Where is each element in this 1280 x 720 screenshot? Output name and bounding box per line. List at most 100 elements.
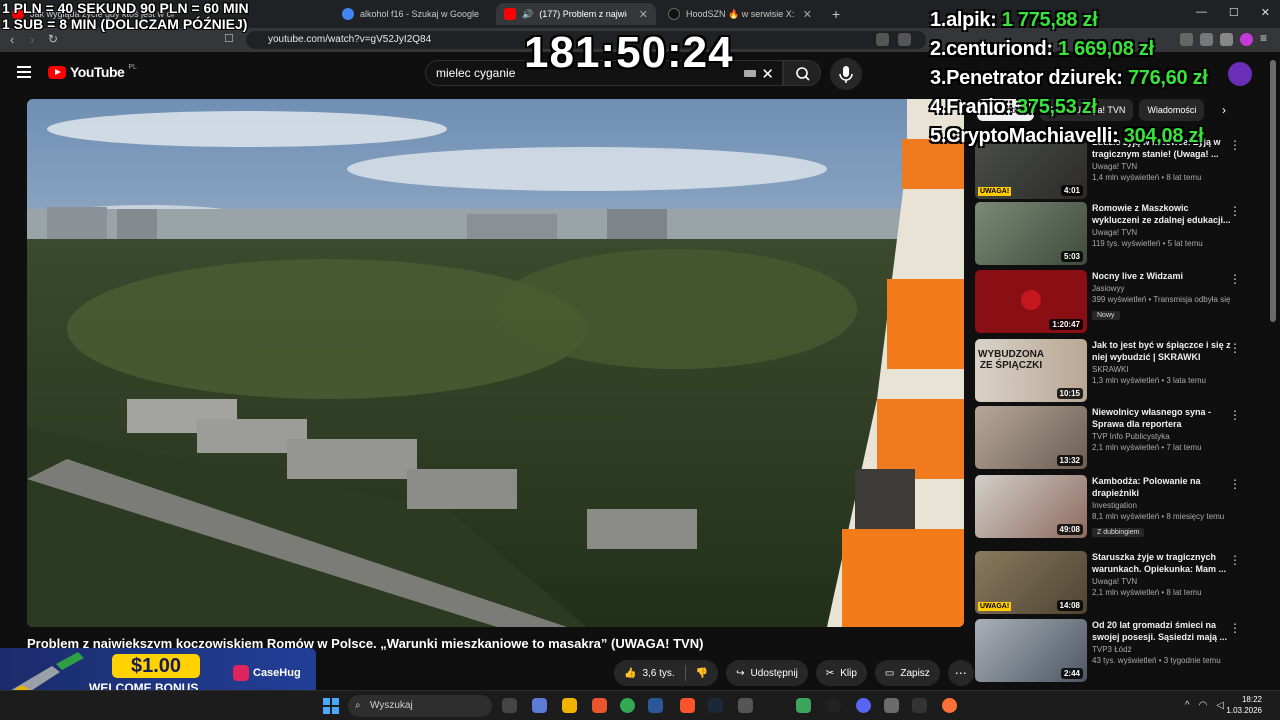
brave-browser-icon[interactable] [592,698,607,713]
windows-start-icon[interactable] [323,698,339,714]
menu-icon[interactable]: ≡ [1260,32,1273,46]
channel-name[interactable]: Uwaga! TVN [1092,228,1232,237]
channel-name[interactable]: Uwaga! TVN [1092,162,1232,171]
video-title[interactable]: Od 20 lat gromadzi śmieci na swojej pose… [1092,619,1232,643]
more-vertical-icon[interactable]: ⋮ [1229,204,1241,218]
video-meta: 2,1 mln wyświetleń • 7 lat temu [1092,443,1202,452]
video-title[interactable]: Romowie z Maszkowic wykluczeni ze zdalne… [1092,202,1232,226]
discord-icon[interactable] [856,698,871,713]
video-thumbnail[interactable]: UWAGA! 14:08 [975,551,1087,614]
video-player[interactable] [27,99,964,627]
file-explorer-icon[interactable] [562,698,577,713]
recommendation-item[interactable]: 1:20:47 Nocny live z Widzami Jasiowyy 39… [975,270,1247,334]
page-scrollbar[interactable] [1270,60,1276,322]
close-tab-icon[interactable]: ✕ [803,8,812,21]
close-window-icon[interactable]: ✕ [1261,6,1270,19]
forward-icon[interactable]: › [30,32,34,47]
leaderboard-row: 5.CryptoMachiavelli: 304,08 zł [930,122,1260,151]
taskbar-search[interactable]: ⌕ Wyszukaj [348,695,492,717]
video-title[interactable]: Niewolnicy własnego syna - Sprawa dla re… [1092,406,1232,430]
donation-rules-overlay: 1 PLN = 40 SEKUND 90 PLN = 60 MIN 1 SUB =… [2,0,249,32]
clip-button[interactable]: ✂ Klip [815,660,867,686]
task-view-icon[interactable] [502,698,517,713]
video-title[interactable]: Staruszka żyje w tragicznych warunkach. … [1092,551,1232,575]
clear-search-icon[interactable]: ✕ [761,63,774,87]
video-thumbnail[interactable]: 1:20:47 [975,270,1087,333]
video-thumbnail[interactable]: 5:03 [975,202,1087,265]
channel-name[interactable]: SKRAWKI [1092,365,1232,374]
video-thumbnail[interactable]: 49:08 [975,475,1087,538]
tab-x-post[interactable]: HoodSZN 🔥 w serwisie X: „Checking ✕ [660,3,820,25]
tab-google-search[interactable]: alkohol f16 - Szukaj w Google [334,3,490,25]
voice-search-button[interactable] [830,58,862,90]
youtube-logo[interactable]: YouTube PL [48,64,137,80]
firefox-icon[interactable] [942,698,957,713]
donation-amount: 1 775,88 zł [1001,9,1098,31]
more-vertical-icon[interactable]: ⋮ [1229,477,1241,491]
more-vertical-icon[interactable]: ⋮ [1229,272,1241,286]
save-button[interactable]: ▭ Zapisz [874,660,940,686]
cast-icon[interactable] [876,33,889,46]
chrome-icon[interactable] [620,698,635,713]
video-thumbnail[interactable]: WYBUDZONA ZE ŚPIĄCZKI 10:15 [975,339,1087,402]
screen: Jak wygląda życie gdy ktoś jest w ciąży?… [0,0,1280,720]
channel-name[interactable]: Jasiowyy [1092,284,1232,293]
tab-current-video[interactable]: 🔊 (177) Problem z największym ✕ [496,3,656,25]
divider [684,665,686,681]
app-icon[interactable] [912,698,927,713]
app-icon[interactable] [796,698,811,713]
reload-icon[interactable]: ↻ [48,32,58,46]
back-icon[interactable]: ‹ [10,32,14,47]
recommendation-item[interactable]: WYBUDZONA ZE ŚPIĄCZKI 10:15 Jak to jest … [975,339,1247,403]
system-clock[interactable]: 18:22 1.03.2026 [1226,694,1262,716]
more-vertical-icon[interactable]: ⋮ [1229,621,1241,635]
app-icon[interactable] [738,698,753,713]
youtube-play-icon [48,65,66,79]
more-actions-button[interactable]: ⋯ [947,660,974,686]
share-button[interactable]: ↪ Udostępnij [726,660,808,686]
share-icon[interactable] [898,33,911,46]
rank: 2. [930,38,947,60]
google-favicon-icon [342,8,354,20]
search-button[interactable] [783,60,821,86]
store-icon[interactable] [648,698,663,713]
close-tab-icon[interactable]: ✕ [639,8,648,21]
thumb-up-icon[interactable]: 👍 [624,668,636,679]
keyboard-icon[interactable] [744,70,756,77]
video-thumbnail[interactable]: 2:44 [975,619,1087,682]
bookmark-icon[interactable]: ☐ [224,32,234,45]
channel-name[interactable]: TVP Info Publicystyka [1092,432,1232,441]
channel-name[interactable]: TVP3 Łódź [1092,645,1232,654]
speaker-icon[interactable]: ◁ [1216,700,1224,711]
donation-amount: 375,53 zł [1017,96,1097,118]
video-thumbnail[interactable]: 13:32 [975,406,1087,469]
recommendation-item[interactable]: UWAGA! 14:08 Staruszka żyje w tragicznyc… [975,551,1247,615]
recommendation-item[interactable]: 2:44 Od 20 lat gromadzi śmieci na swojej… [975,619,1247,683]
recommendation-item[interactable]: 13:32 Niewolnicy własnego syna - Sprawa … [975,406,1247,470]
video-title[interactable]: Kambodża: Polowanie na drapieżniki [1092,475,1232,499]
like-count[interactable]: 3,6 tys. [642,668,674,679]
clip-label: Klip [840,667,857,679]
settings-icon[interactable] [884,698,899,713]
brave-active-icon[interactable] [680,698,695,713]
channel-name[interactable]: Uwaga! TVN [1092,577,1232,586]
thumb-down-icon[interactable]: 👎 [696,668,708,679]
more-vertical-icon[interactable]: ⋮ [1229,408,1241,422]
recommendation-item[interactable]: 5:03 Romowie z Maszkowic wykluczeni ze z… [975,202,1247,266]
more-vertical-icon[interactable]: ⋮ [1229,341,1241,355]
donation-leaderboard: 1.alpik: 1 775,88 zł 2.centuriond: 1 669… [930,6,1260,151]
video-title[interactable]: Nocny live z Widzami [1092,270,1232,282]
steam-icon[interactable] [708,698,723,713]
copilot-icon[interactable] [532,698,547,713]
windows-taskbar: ⌕ Wyszukaj ^ ◠ ◁ 18:22 1.03.2026 [0,690,1280,720]
video-title[interactable]: Jak to jest być w śpiączce i się z niej … [1092,339,1232,363]
menu-icon[interactable] [17,66,31,78]
wifi-icon[interactable]: ◠ [1199,700,1208,711]
obs-icon[interactable] [826,698,841,713]
recommendation-item[interactable]: 49:08 Kambodża: Polowanie na drapieżniki… [975,475,1247,539]
more-vertical-icon[interactable]: ⋮ [1229,553,1241,567]
chevron-up-icon[interactable]: ^ [1185,700,1190,711]
video-duration: 13:32 [1056,455,1083,466]
new-tab-button[interactable]: + [824,3,844,25]
channel-name[interactable]: Investigation [1092,501,1232,510]
